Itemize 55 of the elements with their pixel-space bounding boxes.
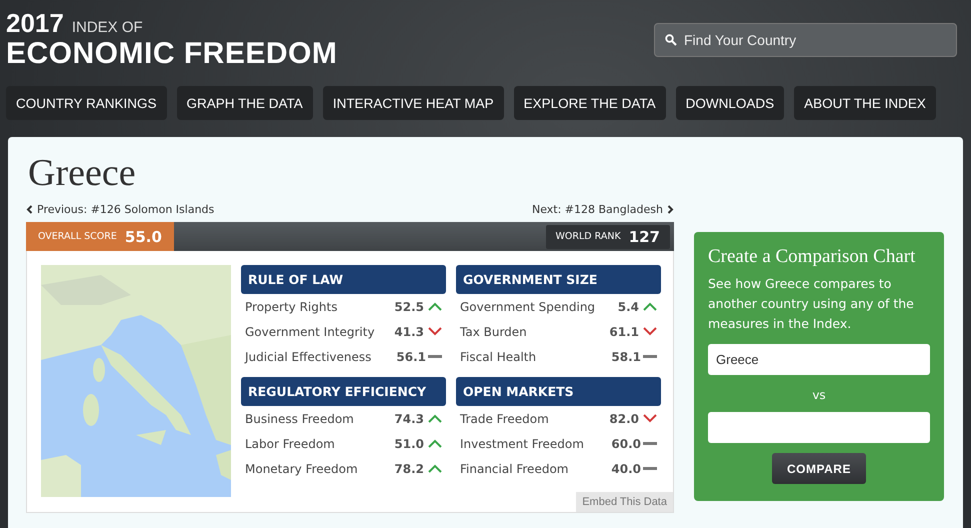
category-header: REGULATORY EFFICIENCY: [241, 377, 446, 406]
logo-title: ECONOMIC FREEDOM: [6, 39, 338, 69]
nav-button[interactable]: EXPLORE THE DATA: [514, 86, 666, 120]
measure-score: 78.2: [394, 462, 424, 476]
nav-button[interactable]: GRAPH THE DATA: [176, 86, 313, 120]
country-name: Greece: [28, 151, 137, 195]
search-field[interactable]: Find Your Country: [654, 23, 957, 57]
measure-name: Property Rights: [245, 300, 338, 314]
compare-button[interactable]: COMPARE: [772, 453, 866, 484]
chevron-left-icon: [26, 205, 33, 214]
measure-name: Fiscal Health: [460, 350, 538, 364]
measure-score: 51.0: [394, 436, 424, 450]
logo-subtitle: INDEX OF: [72, 19, 143, 36]
vs-label: vs: [812, 388, 826, 402]
measure-score: 61.1: [609, 324, 639, 338]
measure-score: 41.3: [394, 324, 424, 338]
measure-name: Tax Burden: [460, 324, 528, 338]
world-rank-value: 127: [628, 228, 660, 246]
nav-button[interactable]: ABOUT THE INDEX: [794, 86, 936, 120]
measure-score: 56.1: [396, 350, 426, 364]
measure-name: Judicial Effectiveness: [245, 350, 372, 364]
measure-name: Investment Freedom: [460, 436, 585, 450]
comparison-description: See how Greece compares to another country using any of the measures in the Index.: [708, 275, 915, 333]
measure-score: 74.3: [394, 412, 424, 426]
embed-button[interactable]: Embed This Data: [576, 492, 673, 512]
category-header: GOVERNMENT SIZE: [456, 265, 661, 294]
measure-score: 82.0: [609, 412, 639, 426]
measure-name: Government Integrity: [245, 324, 376, 338]
measure-name: Trade Freedom: [460, 412, 550, 426]
previous-link[interactable]: Previous: #126 Solomon Islands: [26, 203, 214, 216]
measure-name: Financial Freedom: [460, 462, 570, 476]
second-country-field[interactable]: [708, 412, 930, 443]
measure-name: Labor Freedom: [245, 436, 336, 450]
world-rank-label: WORLD RANK: [556, 231, 621, 242]
next-link[interactable]: Next: #128 Bangladesh: [532, 203, 674, 216]
category-header: OPEN MARKETS: [456, 377, 661, 406]
nav-button[interactable]: DOWNLOADS: [676, 86, 784, 120]
logo-year: 2017: [6, 8, 64, 39]
category-header: RULE OF LAW: [241, 265, 446, 294]
measure-score: 52.5: [394, 300, 424, 314]
measure-score: 60.0: [611, 436, 641, 450]
chevron-right-icon: [667, 205, 674, 214]
measure-name: Monetary Freedom: [245, 462, 359, 476]
measure-score: 40.0: [611, 462, 641, 476]
search-icon: [665, 34, 677, 46]
overall-score-value: 55.0: [124, 228, 162, 246]
measure-score: 5.4: [618, 300, 639, 314]
nav-button[interactable]: COUNTRY RANKINGS: [6, 86, 167, 120]
comparison-title: Create a Comparison Chart: [708, 246, 916, 268]
nav-button[interactable]: INTERACTIVE HEAT MAP: [322, 86, 504, 120]
measure-name: Business Freedom: [245, 412, 355, 426]
overall-score-label: OVERALL SCORE: [38, 231, 117, 242]
measure-score: 58.1: [611, 350, 641, 364]
first-country-field[interactable]: Greece: [708, 344, 930, 375]
measure-name: Government Spending: [460, 300, 596, 314]
